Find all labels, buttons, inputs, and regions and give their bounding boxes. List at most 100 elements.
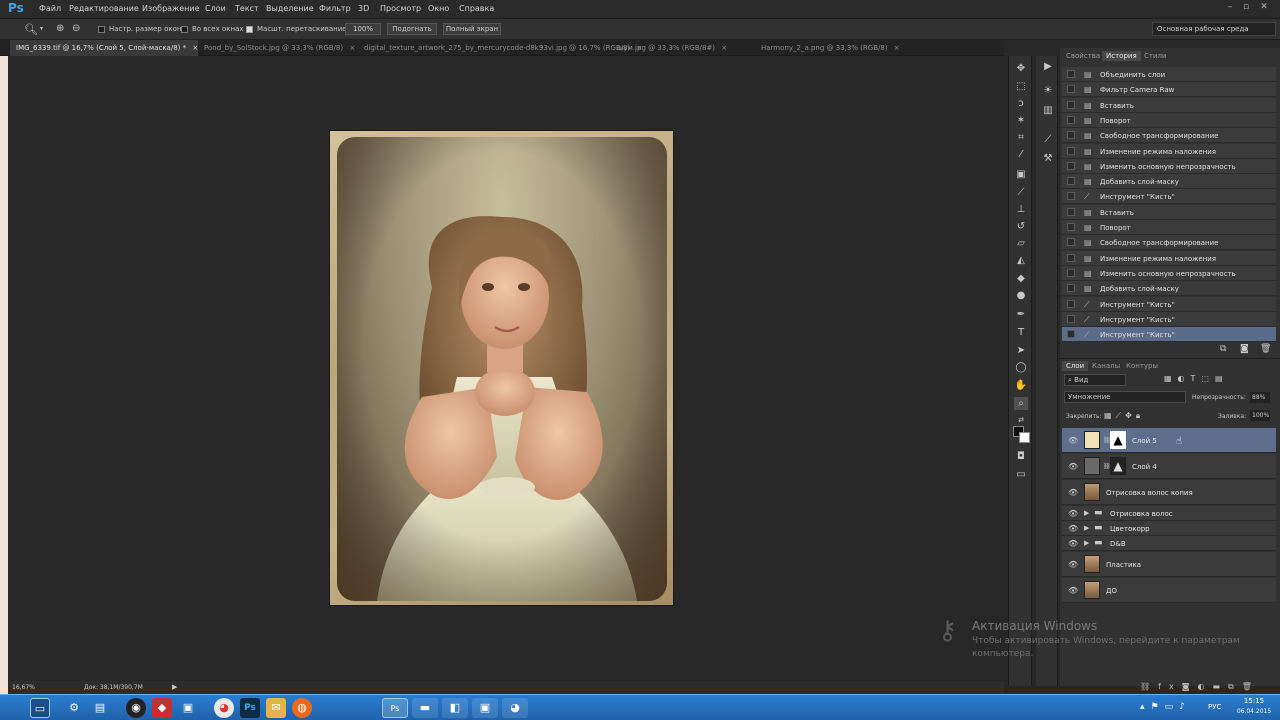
history-item[interactable]: ▤ Свободное трансформирование (1062, 128, 1276, 144)
history-source-checkbox[interactable] (1067, 85, 1075, 94)
history-source-checkbox[interactable] (1067, 268, 1075, 277)
history-item[interactable]: ⟋ Инструмент "Кисть" (1062, 311, 1276, 327)
history-item[interactable]: ⟋ Инструмент "Кисть" (1062, 296, 1276, 312)
layers-footer-icons[interactable]: ⛓fx◙◐▬⧉🗑︎ (1140, 682, 1280, 692)
tab-pond[interactable]: Pond_by_SolStock.jpg @ 33,3% (RGB/8) × (198, 40, 358, 56)
tool-presets-icon[interactable]: ⚒ (1041, 152, 1055, 165)
brush-presets-icon[interactable]: ⟋ (1041, 133, 1055, 146)
clone-stamp-icon[interactable]: ⊥ (1014, 203, 1028, 216)
resize-windows-checkbox[interactable] (98, 26, 105, 33)
layer-row-hair-copy[interactable]: 👁︎ Отрисовка волос копия (1062, 480, 1276, 505)
history-source-checkbox[interactable] (1067, 131, 1075, 140)
tab-digital-texture[interactable]: digital_texture_artwork_275_by_mercuryco… (358, 40, 642, 56)
clock-date[interactable]: 06.04.2015 (1232, 708, 1276, 715)
close-icon[interactable]: × (349, 44, 355, 52)
eye-icon[interactable]: 👁︎ (1068, 524, 1078, 533)
zoom-tool-icon[interactable]: ⌕ (1014, 397, 1028, 410)
chevron-right-icon[interactable]: ▶ (1084, 509, 1089, 517)
magic-wand-icon[interactable]: ✶ (1014, 114, 1028, 127)
dodge-tool-icon[interactable]: ● (1014, 289, 1028, 302)
eye-icon[interactable]: 👁︎ (1068, 488, 1078, 497)
clock-time[interactable]: 15:15 (1236, 697, 1272, 705)
shape-tool-icon[interactable]: ◯ (1014, 361, 1028, 374)
history-source-checkbox[interactable] (1067, 284, 1075, 293)
layer-group-color[interactable]: 👁︎ ▶ ▬ Цветокорр (1062, 521, 1276, 536)
close-icon[interactable]: ✕ (1258, 2, 1270, 13)
crop-tool-icon[interactable]: ⌗ (1014, 131, 1028, 144)
history-item[interactable]: ▤ Добавить слой-маску (1062, 174, 1276, 190)
eraser-icon[interactable]: ▱ (1014, 237, 1028, 250)
paint-bucket-icon[interactable]: ◭ (1014, 254, 1028, 267)
scrubby-zoom-checkbox[interactable] (246, 26, 253, 33)
tab-history[interactable]: История (1102, 51, 1141, 61)
taskbar-ps-window[interactable]: Ps (382, 698, 408, 718)
eye-icon[interactable]: 👁︎ (1068, 539, 1078, 548)
history-source-checkbox[interactable] (1067, 177, 1075, 186)
portrait-photo[interactable] (337, 137, 667, 601)
taskbar-monitor-window[interactable]: ▣ (472, 698, 498, 718)
chevron-right-icon[interactable]: ▶ (1084, 524, 1089, 532)
tab-harmony[interactable]: Harmony_2_a.png @ 33,3% (RGB/8) × (755, 40, 900, 56)
history-brush-icon[interactable]: ↺ (1014, 220, 1028, 233)
move-tool-icon[interactable]: ✥ (1014, 62, 1028, 75)
history-item[interactable]: ▤ Вставить (1062, 97, 1276, 113)
eyedropper-icon[interactable]: ⁄ (1014, 148, 1028, 161)
eye-icon[interactable]: 👁︎ (1068, 462, 1078, 471)
zoom-out-icon[interactable]: ⊖ (72, 23, 80, 34)
menu-edit[interactable]: Редактирование (69, 4, 139, 13)
close-icon[interactable]: × (894, 44, 900, 52)
brush-tool-icon[interactable]: ⟋ (1014, 186, 1028, 199)
new-document-from-state-icon[interactable]: ⧉ (1220, 344, 1226, 354)
chevron-down-icon[interactable]: ▾ (40, 25, 43, 32)
history-item[interactable]: ▤ Вставить (1062, 204, 1276, 220)
layer-row-sloy5[interactable]: 👁︎ ⛓︎ ▲ Слой 5 ☝︎ (1062, 428, 1276, 453)
desktop-icon[interactable]: ▭ (30, 698, 50, 718)
layer-group-db[interactable]: 👁︎ ▶ ▬ D&B (1062, 536, 1276, 551)
healing-brush-icon[interactable]: ▣ (1014, 168, 1028, 181)
path-selection-icon[interactable]: ➤ (1014, 344, 1028, 357)
firefox-icon[interactable]: ◍ (292, 698, 312, 718)
history-source-checkbox[interactable] (1067, 299, 1075, 308)
menu-select[interactable]: Выделение (266, 4, 314, 13)
taskbar-folder-window[interactable]: ▬ (412, 698, 438, 718)
eye-icon[interactable]: 👁︎ (1068, 509, 1078, 518)
history-source-checkbox[interactable] (1067, 253, 1075, 262)
layer-filter-select[interactable]: ⌕ Вид (1064, 374, 1126, 386)
restore-icon[interactable]: ▫ (1240, 2, 1252, 13)
menu-window[interactable]: Окно (428, 4, 449, 13)
history-source-checkbox[interactable] (1067, 192, 1075, 201)
history-item[interactable]: ▤ Изменение режима наложения (1062, 250, 1276, 266)
menu-image[interactable]: Изображение (142, 4, 200, 13)
tab-img-6339[interactable]: IMG_6339.tif @ 16,7% (Слой 5, Слой-маска… (10, 40, 198, 56)
screen-mode-icon[interactable]: ▭ (1014, 468, 1028, 481)
history-item[interactable]: ▤ Объединить слои (1062, 67, 1276, 82)
document-icon[interactable]: ▤ (90, 698, 110, 718)
language-indicator[interactable]: РУС (1208, 703, 1221, 711)
chevron-right-icon[interactable]: ▶ (1084, 539, 1089, 547)
history-source-checkbox[interactable] (1067, 100, 1075, 109)
minimize-icon[interactable]: – (1224, 2, 1236, 13)
adjustments-icon[interactable]: ☀ (1041, 84, 1055, 97)
tab-styles[interactable]: Стили (1140, 51, 1171, 61)
mail-icon[interactable]: ✉ (266, 698, 286, 718)
tab-channels[interactable]: Каналы (1088, 361, 1124, 371)
history-item[interactable]: ▤ Свободное трансформирование (1062, 235, 1276, 251)
eye-icon[interactable]: 👁︎ (1068, 586, 1078, 595)
menu-text[interactable]: Текст (235, 4, 259, 13)
layer-row-before[interactable]: 👁︎ ДО (1062, 578, 1276, 603)
opacity-input[interactable]: 88% (1250, 392, 1270, 403)
history-item[interactable]: ▤ Поворот (1062, 112, 1276, 128)
eye-icon[interactable]: 👁︎ (1068, 560, 1078, 569)
history-item[interactable]: ▤ Добавить слой-маску (1062, 281, 1276, 297)
history-item[interactable]: ⟋ Инструмент "Кисть" (1062, 327, 1276, 343)
chrome-icon[interactable]: ◕ (214, 698, 234, 718)
workspace-select[interactable]: Основная рабочая среда (1152, 22, 1276, 36)
background-color-swatch[interactable] (1019, 432, 1030, 443)
taskbar-app-window[interactable]: ◧ (442, 698, 468, 718)
history-source-checkbox[interactable] (1067, 330, 1075, 339)
blur-tool-icon[interactable]: ◆ (1014, 272, 1028, 285)
type-tool-icon[interactable]: T (1014, 326, 1028, 339)
lasso-tool-icon[interactable]: ↄ (1014, 97, 1028, 110)
play-icon[interactable]: ▶ (172, 683, 177, 691)
tab-properties[interactable]: Свойства (1062, 51, 1104, 61)
